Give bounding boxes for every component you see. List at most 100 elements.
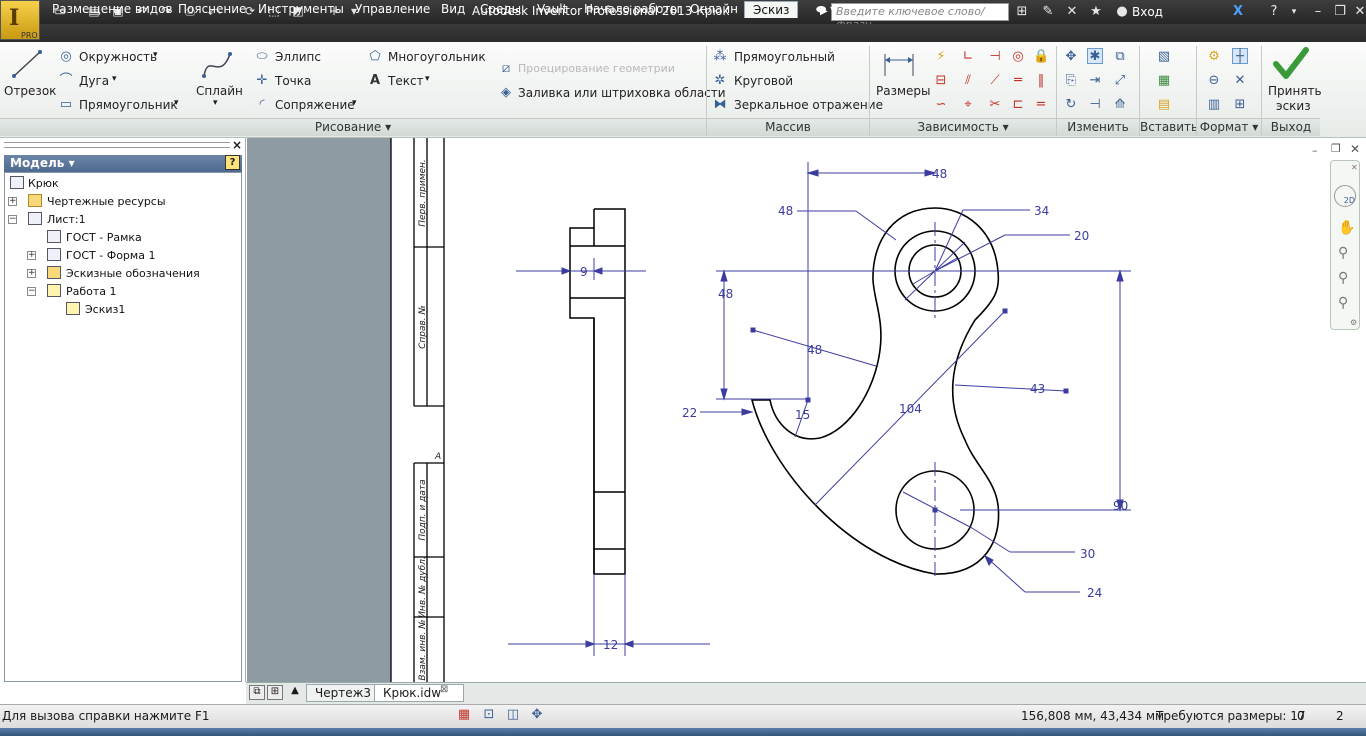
dim-34[interactable]: 34 (1034, 204, 1049, 218)
steering-wheel-icon[interactable]: 2D (1334, 185, 1356, 207)
text-dropdown-icon[interactable]: ▾ (425, 74, 430, 84)
user-icon[interactable]: ● (1114, 4, 1130, 20)
circle-dropdown-icon[interactable]: ▾ (153, 50, 158, 60)
trim-icon[interactable]: ✱ (1087, 48, 1103, 64)
tab-menu-icon[interactable]: ▲ (287, 685, 303, 700)
zoom-icon[interactable]: ⚲ (1338, 245, 1348, 261)
tab-tools[interactable]: Инструменты (256, 1, 346, 18)
tangent-icon[interactable]: ⟋ (987, 73, 1003, 89)
browser-help-icon[interactable]: ? (225, 155, 240, 170)
navbar-options-icon[interactable]: ⚙ (1350, 318, 1357, 327)
tab-view[interactable]: Вид (439, 1, 467, 18)
drawing-sheet[interactable]: Перв. примен. Справ. № Подп. и дата Инв.… (247, 138, 1366, 682)
insert-points-icon[interactable]: ▦ (1156, 73, 1172, 89)
fill-hatch-icon[interactable]: ◈ (498, 85, 514, 101)
circ-pattern-button[interactable]: Круговой (734, 74, 793, 88)
insert-image-icon[interactable]: ▧ (1156, 49, 1172, 65)
dim-48-vertical[interactable]: 48 (718, 287, 733, 301)
accept-sketch-button-line2[interactable]: эскиз (1276, 99, 1311, 113)
rectangle-button[interactable]: Прямоугольник (79, 98, 178, 112)
sign-in-link[interactable]: Вход (1132, 5, 1163, 19)
exchange-icon[interactable]: X (1230, 4, 1246, 20)
zoom-all-icon[interactable]: ⚲ (1338, 295, 1348, 311)
panel-constrain-label[interactable]: Зависимость ▾ (870, 118, 1056, 136)
circle-icon[interactable]: ◎ (58, 49, 74, 65)
relax-icon[interactable]: = (1033, 97, 1049, 113)
driven-dimension-icon[interactable]: ▥ (1206, 97, 1222, 113)
dim-15[interactable]: 15 (795, 408, 810, 422)
rect-pattern-icon[interactable]: ⁂ (712, 49, 728, 65)
fillet-dropdown-icon[interactable]: ▾ (352, 98, 357, 108)
polygon-button[interactable]: Многоугольник (388, 50, 486, 64)
tab-online[interactable]: Онлайн (688, 1, 740, 18)
pan-hand-icon[interactable]: ✋ (1338, 220, 1355, 236)
move-icon[interactable]: ✥ (1063, 49, 1079, 65)
horizontal-icon[interactable]: ⊣ (987, 49, 1003, 65)
symmetric-icon[interactable]: ⌖ (960, 97, 976, 113)
search-input[interactable]: Введите ключевое слово/фразу (831, 3, 1009, 31)
collapse-icon[interactable]: − (27, 287, 36, 296)
dim-9[interactable]: 9 (580, 265, 588, 279)
dim-22[interactable]: 22 (682, 406, 697, 420)
dim-104[interactable]: 104 (899, 402, 922, 416)
navbar-close-icon[interactable]: ✕ (1351, 163, 1358, 172)
rotate-icon[interactable]: ↻ (1063, 97, 1079, 113)
panel-draw-label[interactable]: Рисование ▾ (0, 118, 706, 136)
tab-manage[interactable]: Управление (353, 1, 432, 18)
text-button[interactable]: Текст (388, 74, 424, 88)
dim-48-arc[interactable]: 48 (807, 343, 822, 357)
split-icon[interactable]: ⊣ (1087, 97, 1103, 113)
restore-icon[interactable]: ❐ (1332, 4, 1348, 20)
tree-item-sketch1[interactable]: Эскиз1 (85, 303, 125, 316)
side-view[interactable] (569, 208, 626, 575)
expand-icon[interactable]: + (27, 269, 36, 278)
mirror-button[interactable]: Зеркальное отражение (734, 98, 883, 112)
dim-12[interactable]: 12 (603, 638, 618, 652)
browser-header[interactable]: Модель ▾ (4, 155, 242, 172)
expand-icon[interactable]: + (8, 197, 17, 206)
tree-item-hook[interactable]: Крюк (28, 177, 59, 190)
extend-icon[interactable]: ⇥ (1087, 73, 1103, 89)
dim-30[interactable]: 30 (1080, 547, 1095, 561)
concentric-icon[interactable]: ◎ (1010, 49, 1026, 65)
fill-hatch-button[interactable]: Заливка или штриховка области (518, 86, 726, 100)
zoom-window-icon[interactable]: ⚲ (1338, 270, 1348, 286)
collinear-icon[interactable]: ⊟ (933, 73, 949, 89)
text-icon[interactable]: A (367, 73, 383, 89)
offset-icon[interactable]: ⧉ (1112, 49, 1128, 65)
dim-24[interactable]: 24 (1087, 586, 1102, 600)
tree-item-gost-frame[interactable]: ГОСТ - Рамка (66, 231, 142, 244)
tree-item-sheet[interactable]: Лист:1 (47, 213, 86, 226)
parallel-icon[interactable]: ⫽ (960, 73, 976, 89)
ribbon-minimize-icon[interactable]: ⬬ ▾ (814, 1, 838, 18)
favorites-star-icon[interactable]: ★ (1088, 4, 1104, 20)
dim-90[interactable]: 90 (1113, 499, 1128, 513)
expand-icon[interactable]: + (27, 251, 36, 260)
dim-43[interactable]: 43 (1030, 382, 1045, 396)
browser-close-icon[interactable]: × (232, 138, 242, 152)
scale-icon[interactable]: ⤢ (1112, 73, 1128, 89)
doc-tab-close-icon[interactable]: ⊠ (440, 684, 448, 695)
arc-button[interactable]: Дуга (79, 74, 109, 88)
spline-icon[interactable] (200, 48, 234, 82)
circ-pattern-icon[interactable]: ✲ (712, 73, 728, 89)
tab-sketch[interactable]: Эскиз (744, 1, 799, 18)
dim-20[interactable]: 20 (1074, 229, 1089, 243)
tree-item-work1[interactable]: Работа 1 (66, 285, 117, 298)
fix-icon[interactable]: 🔒 (1033, 49, 1049, 65)
center-point-icon[interactable]: ✕ (1232, 73, 1248, 89)
tab-get-started[interactable]: Начало работы (582, 1, 682, 18)
doc-restore-icon[interactable]: ❐ (1331, 142, 1341, 155)
rectangle-icon[interactable]: ▭ (58, 97, 74, 113)
tab-place-views[interactable]: Размещение видов (50, 1, 175, 18)
spline-button[interactable]: Сплайн (196, 84, 243, 98)
project-geometry-button[interactable]: Проецирование геометрии (518, 62, 675, 75)
show-constraints-icon[interactable]: ✂ (987, 97, 1003, 113)
equal-icon[interactable]: ═ (1010, 73, 1026, 89)
fillet-icon[interactable]: ◜ (254, 97, 270, 113)
arc-dropdown-icon[interactable]: ▾ (112, 74, 117, 84)
format-style-icon[interactable]: ⚙ (1206, 49, 1222, 65)
doc-minimize-icon[interactable]: – (1312, 144, 1318, 157)
vertical-icon[interactable]: ‖ (1033, 73, 1049, 89)
collapse-icon[interactable]: − (8, 215, 17, 224)
